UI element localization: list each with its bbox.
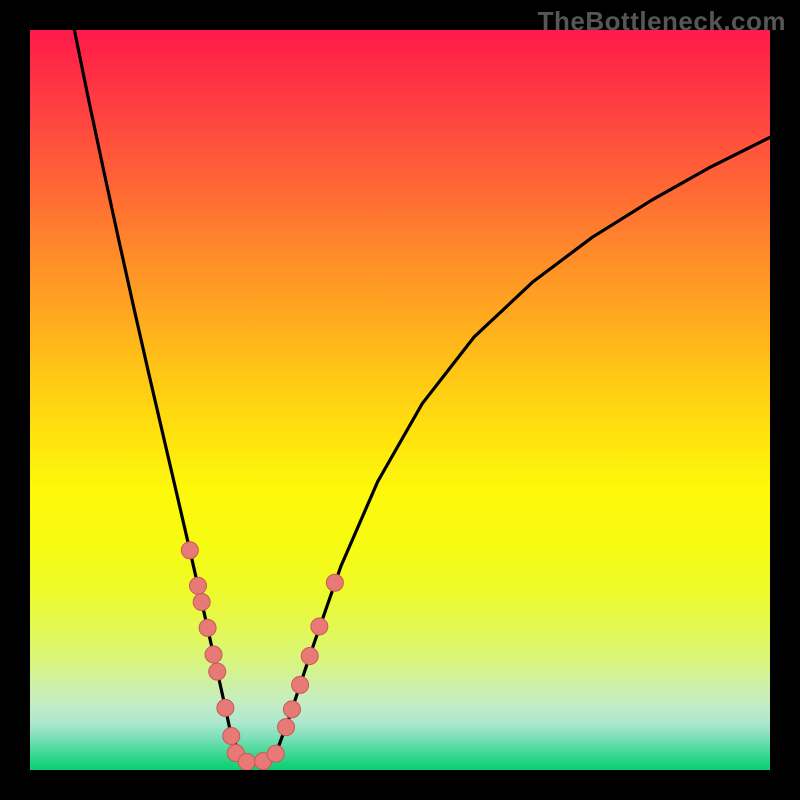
marker-dot — [267, 745, 284, 762]
plot-area — [30, 30, 770, 770]
marker-dot — [205, 646, 222, 663]
marker-dot — [209, 663, 226, 680]
curve-right-branch — [274, 137, 770, 758]
marker-dot — [189, 577, 206, 594]
marker-dot — [199, 619, 216, 636]
marker-dot — [217, 699, 234, 716]
marker-dot — [223, 727, 240, 744]
marker-dot — [326, 574, 343, 591]
marker-dot — [278, 719, 295, 736]
marker-dot — [193, 594, 210, 611]
chart-svg — [30, 30, 770, 770]
marker-dot — [238, 753, 255, 770]
watermark-text: TheBottleneck.com — [538, 6, 786, 37]
marker-dot — [311, 618, 328, 635]
marker-dot — [292, 676, 309, 693]
marker-dot — [283, 701, 300, 718]
marker-dot — [301, 648, 318, 665]
marker-dot — [181, 542, 198, 559]
